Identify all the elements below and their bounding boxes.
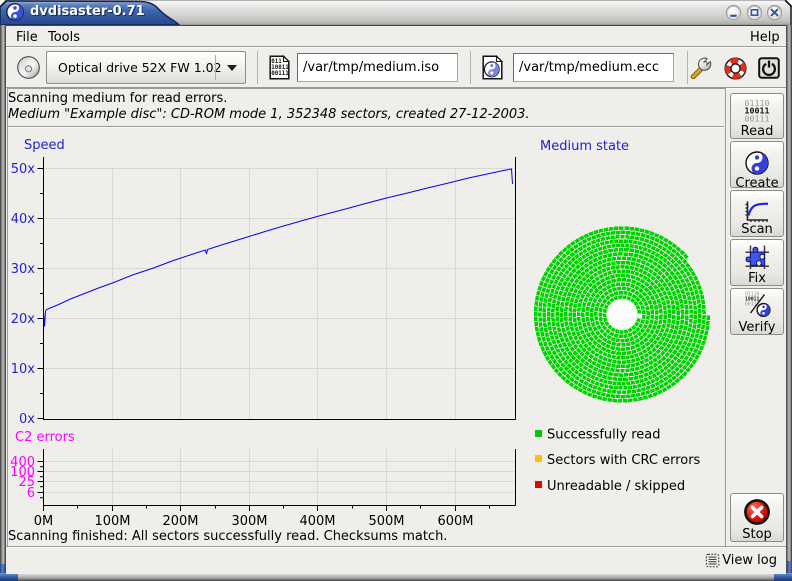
menubar: File Tools Help [6, 25, 786, 47]
create-button[interactable]: Create [730, 141, 784, 188]
create-label: Create [731, 176, 783, 191]
svg-text:00111: 00111 [745, 114, 770, 124]
stop-icon [743, 498, 771, 526]
window-border-left [0, 25, 6, 573]
app-window: 0x10x20x30x40x50xSpeed400100256C2 errors… [0, 0, 792, 581]
window-title: dvdisaster-0.71 [30, 4, 145, 19]
sidebar-separator [725, 88, 726, 546]
main-frame [7, 88, 726, 547]
status-separator [8, 126, 724, 128]
preferences-wrench-icon[interactable] [690, 56, 713, 79]
minimize-button[interactable] [726, 5, 741, 20]
chevron-down-icon [227, 65, 237, 71]
log-bar: View log [6, 546, 786, 574]
drive-selector[interactable]: Optical drive 52X FW 1.02 [46, 51, 246, 84]
help-lifebuoy-icon[interactable] [724, 57, 747, 80]
cd-icon [17, 56, 40, 79]
verify-button[interactable]: 011101001100111 Verify [730, 288, 784, 335]
fix-button[interactable]: Fix [730, 239, 784, 286]
combo-divider [215, 55, 216, 80]
drive-selector-value: Optical drive 52X FW 1.02 [58, 60, 222, 75]
image-file-value: /var/tmp/medium.iso [303, 60, 439, 75]
create-icon [745, 151, 769, 175]
stop-button[interactable]: Stop [730, 493, 784, 542]
window-corner-top-right [778, 0, 792, 26]
log-list-icon [705, 553, 721, 569]
read-label: Read [731, 124, 783, 139]
view-log-label: View log [722, 553, 777, 568]
menu-help[interactable]: Help [747, 29, 783, 46]
resize-grip-bottom-left-h[interactable] [0, 573, 18, 581]
read-button[interactable]: 011101001100111 Read [730, 93, 784, 139]
stop-label: Stop [731, 527, 783, 542]
iso-file-icon: 0111001100111 [269, 55, 290, 80]
window-corner-top-left [0, 0, 14, 26]
toolbar: Optical drive 52X FW 1.02 0111001100111 … [6, 48, 786, 87]
scan-button[interactable]: Scan [730, 190, 784, 237]
toolbar-separator-3 [687, 51, 688, 84]
menu-tools[interactable]: Tools [45, 29, 83, 46]
status-line-2: Medium "Example disc": CD-ROM mode 1, 35… [8, 107, 530, 122]
fix-label: Fix [731, 271, 783, 286]
svg-text:00111: 00111 [271, 71, 289, 77]
window-border-right [786, 25, 792, 573]
quit-power-icon[interactable] [758, 57, 780, 79]
resize-grip-bottom-right-h[interactable] [774, 573, 792, 581]
status-line-1: Scanning medium for read errors. [8, 91, 227, 106]
verify-label: Verify [731, 320, 783, 335]
completion-message: Scanning finished: All sectors successfu… [8, 529, 447, 544]
read-icon: 011101001100111 [744, 99, 770, 123]
image-file-field[interactable]: /var/tmp/medium.iso [297, 53, 458, 82]
toolbar-separator-2 [470, 51, 471, 84]
titlebar[interactable]: dvdisaster-0.71 [0, 0, 792, 25]
verify-icon: 011101001100111 [742, 291, 772, 317]
menu-file[interactable]: File [13, 29, 41, 46]
maximize-button[interactable] [747, 5, 762, 20]
scan-label: Scan [731, 222, 783, 237]
ecc-file-icon [482, 55, 503, 80]
ecc-file-field[interactable]: /var/tmp/medium.ecc [513, 53, 674, 82]
window-border-bottom [0, 573, 792, 581]
toolbar-separator-1 [257, 51, 258, 84]
ecc-file-value: /var/tmp/medium.ecc [519, 60, 659, 75]
fix-icon [745, 245, 769, 269]
